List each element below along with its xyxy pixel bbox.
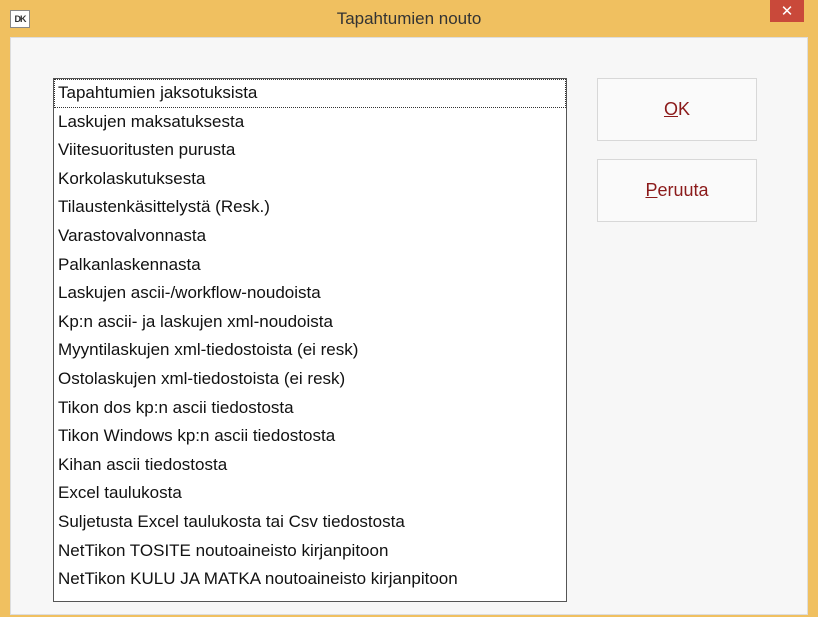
list-item[interactable]: Myyntilaskujen xml-tiedostoista (ei resk… xyxy=(54,336,566,365)
list-item[interactable]: Excel taulukosta xyxy=(54,479,566,508)
source-listbox[interactable]: Tapahtumien jaksotuksistaLaskujen maksat… xyxy=(53,78,567,602)
list-item[interactable]: Varastovalvonnasta xyxy=(54,222,566,251)
app-icon: DK xyxy=(10,10,30,28)
list-item[interactable]: Tikon dos kp:n ascii tiedostosta xyxy=(54,394,566,423)
list-item[interactable]: Tapahtumien jaksotuksista xyxy=(54,79,566,108)
list-item[interactable]: NetTikon TOSITE noutoaineisto kirjanpito… xyxy=(54,537,566,566)
ok-button[interactable]: OK xyxy=(597,78,757,141)
cancel-button-accel: P xyxy=(645,180,657,201)
list-item[interactable]: Korkolaskutuksesta xyxy=(54,165,566,194)
list-item[interactable]: Laskujen maksatuksesta xyxy=(54,108,566,137)
list-item[interactable]: Kp:n ascii- ja laskujen xml-noudoista xyxy=(54,308,566,337)
window-title: Tapahtumien nouto xyxy=(337,9,482,29)
list-item[interactable]: NetTikon KULU JA MATKA noutoaineisto kir… xyxy=(54,565,566,594)
ok-button-accel: O xyxy=(664,99,678,120)
titlebar: DK Tapahtumien nouto ✕ xyxy=(0,0,818,37)
list-item[interactable]: Tikon Windows kp:n ascii tiedostosta xyxy=(54,422,566,451)
list-item[interactable]: Aditro käyttöomaisuudesta xyxy=(54,594,566,602)
list-item[interactable]: Palkanlaskennasta xyxy=(54,251,566,280)
list-item[interactable]: Ostolaskujen xml-tiedostoista (ei resk) xyxy=(54,365,566,394)
list-item[interactable]: Laskujen ascii-/workflow-noudoista xyxy=(54,279,566,308)
list-item[interactable]: Suljetusta Excel taulukosta tai Csv tied… xyxy=(54,508,566,537)
window-body: Tapahtumien jaksotuksistaLaskujen maksat… xyxy=(10,37,808,615)
list-item[interactable]: Tilaustenkäsittelystä (Resk.) xyxy=(54,193,566,222)
ok-button-label: K xyxy=(678,99,690,120)
cancel-button[interactable]: Peruuta xyxy=(597,159,757,222)
close-icon: ✕ xyxy=(781,2,794,20)
list-item[interactable]: Kihan ascii tiedostosta xyxy=(54,451,566,480)
list-item[interactable]: Viitesuoritusten purusta xyxy=(54,136,566,165)
close-button[interactable]: ✕ xyxy=(770,0,804,22)
cancel-button-label: eruuta xyxy=(657,180,708,201)
